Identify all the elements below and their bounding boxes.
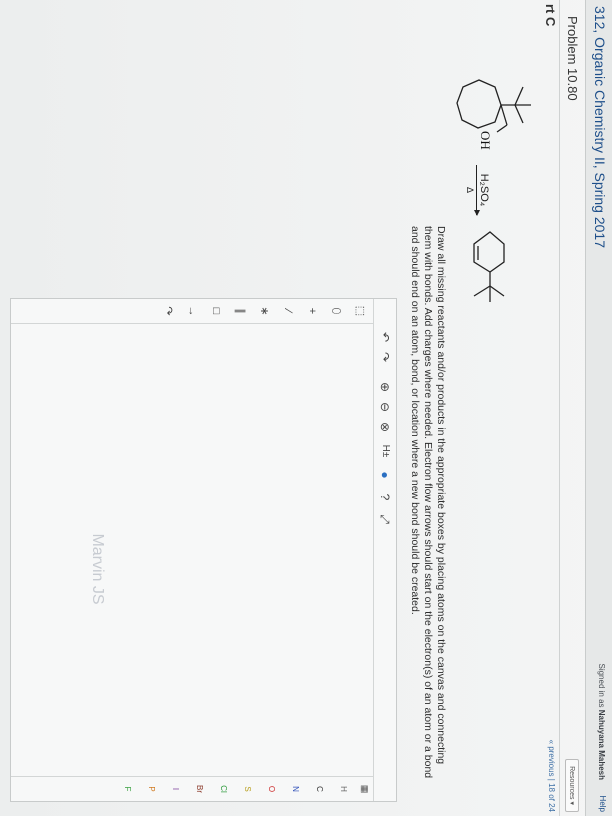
element-f[interactable]: F bbox=[123, 777, 132, 801]
clear-icon[interactable]: ⊗ bbox=[377, 419, 393, 435]
reactant-molecule: OH bbox=[456, 79, 531, 150]
reactant-oh-label: OH bbox=[478, 131, 493, 150]
element-n[interactable]: N bbox=[291, 777, 300, 801]
bracket-icon[interactable]: ∥ bbox=[232, 301, 248, 321]
arrow-icon bbox=[476, 165, 477, 215]
element-br[interactable]: Br bbox=[195, 777, 204, 801]
editor-left-tools: ⬚ ⬯ + ∕ ∗ ∥ □ → ↷ bbox=[11, 299, 374, 324]
problem-pager[interactable]: « previous | 18 of 24 bbox=[547, 740, 556, 812]
chain-icon[interactable]: ∗ bbox=[256, 301, 272, 321]
problem-row: Problem 10.80 Resources ▾ bbox=[561, 0, 585, 816]
select-tool-icon[interactable]: ⬚ bbox=[352, 301, 368, 321]
charge-icon[interactable]: + bbox=[304, 301, 320, 321]
signed-in-text: Signed in as bbox=[597, 663, 606, 708]
heat-condition: Δ bbox=[465, 186, 475, 193]
user-name[interactable]: Nahuyana Mahesh bbox=[597, 710, 606, 780]
reagent-label: H₂SO₄ bbox=[478, 173, 490, 207]
marvin-watermark: Marvin JS bbox=[89, 533, 106, 605]
element-c[interactable]: C bbox=[315, 777, 324, 801]
element-cl[interactable]: Cl bbox=[219, 777, 228, 801]
product-molecule bbox=[473, 231, 505, 302]
resources-button[interactable]: Resources ▾ bbox=[565, 759, 579, 812]
course-title[interactable]: 312, Organic Chemistry II, Spring 2017 bbox=[592, 6, 608, 248]
problem-title: Problem 10.80 bbox=[565, 16, 580, 101]
element-o[interactable]: O bbox=[267, 777, 276, 801]
marvin-editor[interactable]: ↶ ↷ ⊕ ⊖ ⊗ H± ● ? ⤢ ⬚ ⬯ + ∕ ∗ ∥ □ → ↷ ▦ H… bbox=[10, 298, 397, 802]
part-row: rt C « previous | 18 of 24 bbox=[541, 0, 560, 816]
reaction-arrow-tool-icon[interactable]: → bbox=[184, 301, 200, 321]
redo-icon[interactable]: ↷ bbox=[377, 349, 393, 365]
eraser-icon[interactable]: ⬯ bbox=[328, 301, 344, 321]
info-icon[interactable]: ● bbox=[377, 467, 393, 483]
periodic-table-icon[interactable]: ▦ bbox=[359, 777, 370, 801]
element-p[interactable]: P bbox=[147, 777, 156, 801]
periodic-toolbar: ▦ H C N O S Cl Br I P F bbox=[11, 776, 374, 801]
element-h[interactable]: H bbox=[339, 777, 348, 801]
single-bond-icon[interactable]: ∕ bbox=[280, 301, 296, 321]
zoom-out-icon[interactable]: ⊖ bbox=[377, 399, 393, 415]
resources-label: Resources bbox=[568, 766, 575, 800]
app-window: 312, Organic Chemistry II, Spring 2017 S… bbox=[0, 0, 612, 816]
fullscreen-icon[interactable]: ⤢ bbox=[377, 511, 393, 527]
editor-toolbar: ↶ ↷ ⊕ ⊖ ⊗ H± ● ? ⤢ bbox=[373, 299, 396, 801]
element-i[interactable]: I bbox=[171, 777, 180, 801]
part-label: rt C bbox=[543, 4, 558, 27]
electron-flow-arrow-icon[interactable]: ↷ bbox=[160, 301, 176, 321]
help-icon[interactable]: ? bbox=[377, 489, 393, 505]
signed-in-status: Signed in as Nahuyana Mahesh bbox=[597, 663, 606, 780]
hydrogen-toggle-icon[interactable]: H± bbox=[377, 441, 393, 461]
top-bar: 312, Organic Chemistry II, Spring 2017 S… bbox=[585, 0, 612, 816]
instructions-text: Draw all missing reactants and/or produc… bbox=[409, 226, 447, 779]
zoom-in-icon[interactable]: ⊕ bbox=[377, 379, 393, 395]
ring-icon[interactable]: □ bbox=[208, 301, 224, 321]
undo-icon[interactable]: ↶ bbox=[377, 329, 393, 345]
reaction-arrow: H₂SO₄ Δ bbox=[465, 165, 490, 215]
chevron-down-icon: ▾ bbox=[568, 801, 575, 805]
element-s[interactable]: S bbox=[243, 777, 252, 801]
help-link[interactable]: Help bbox=[598, 796, 607, 812]
